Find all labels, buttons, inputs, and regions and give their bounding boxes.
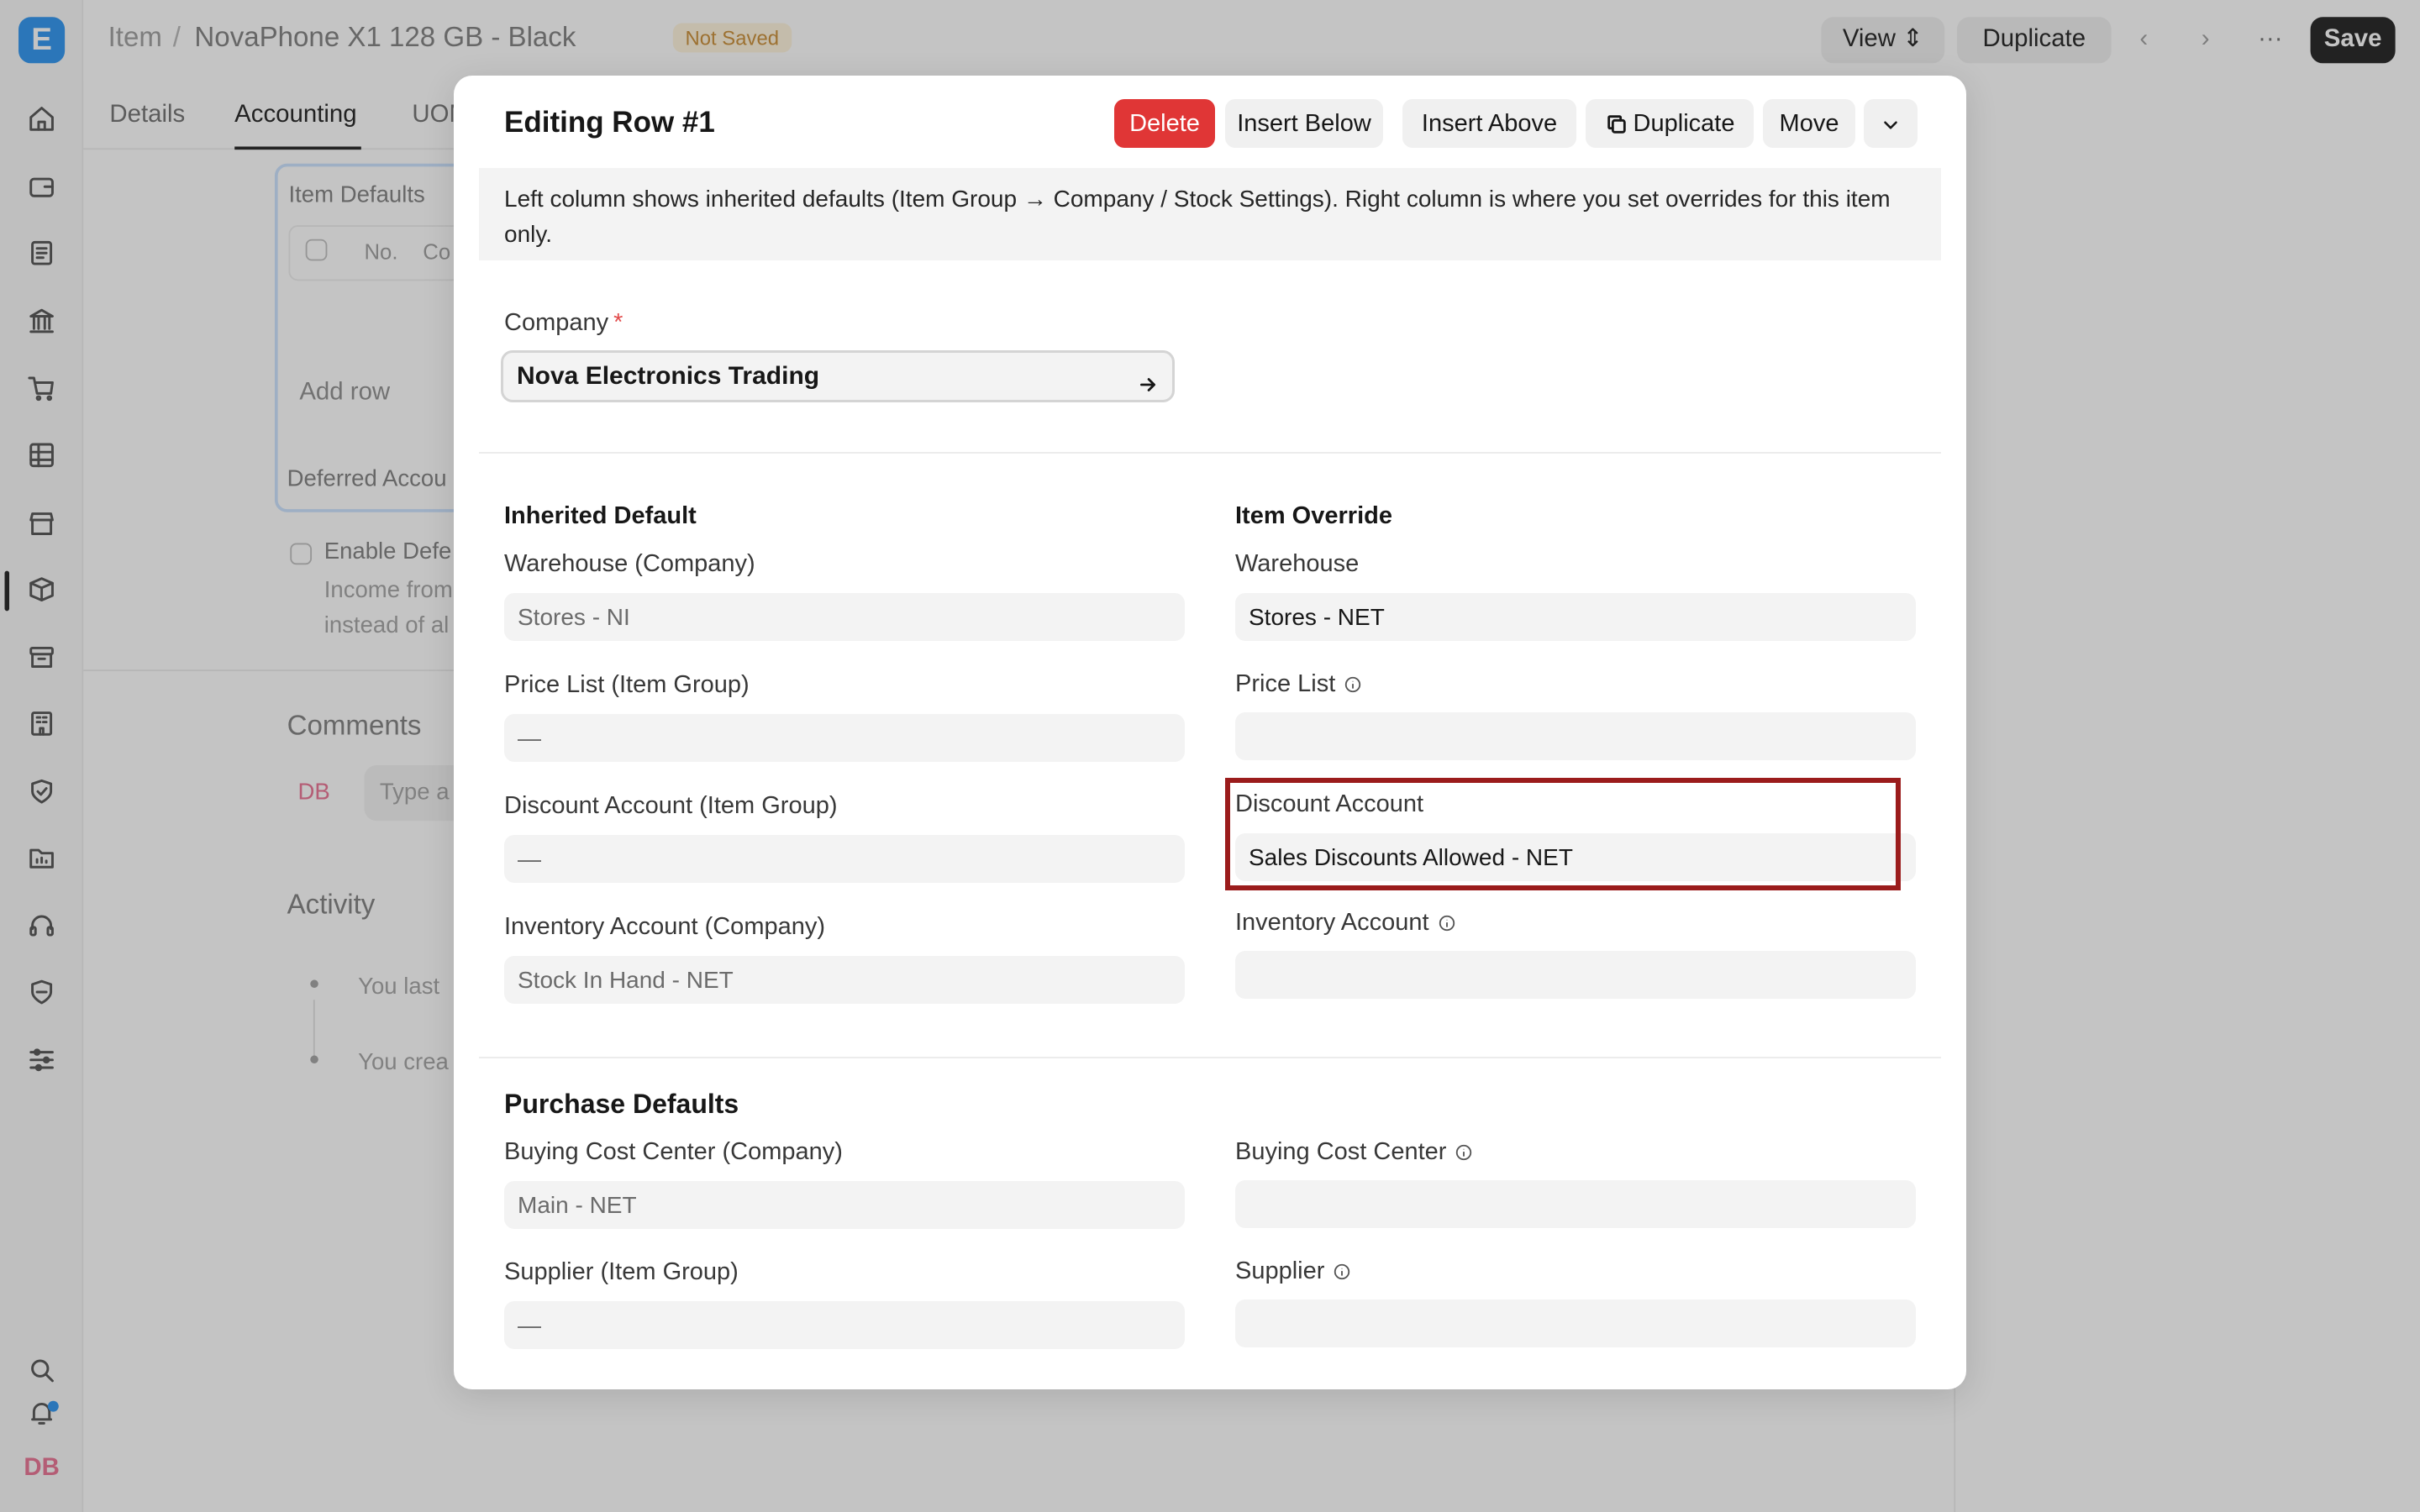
price-list-item-group-label: Price List (Item Group): [504, 671, 750, 698]
buying-cost-center-label: Buying Cost Center: [1235, 1138, 1473, 1166]
section-divider: [479, 1057, 1941, 1058]
warehouse-company-field: Stores - NI: [504, 593, 1185, 641]
purchase-defaults-heading: Purchase Defaults: [504, 1089, 739, 1119]
company-value: Nova Electronics Trading: [517, 362, 820, 390]
section-divider: [479, 452, 1941, 454]
discount-account-field[interactable]: Sales Discounts Allowed - NET: [1235, 833, 1916, 881]
company-field[interactable]: Nova Electronics Trading: [501, 350, 1175, 402]
move-button[interactable]: Move: [1763, 99, 1855, 148]
arrow-right-icon[interactable]: [1137, 365, 1159, 391]
buying-cost-center-company-label: Buying Cost Center (Company): [504, 1138, 843, 1165]
duplicate-label: Duplicate: [1633, 110, 1735, 137]
discount-account-label: Discount Account: [1235, 790, 1424, 817]
buying-cost-center-field[interactable]: [1235, 1180, 1916, 1228]
supplier-item-group-label: Supplier (Item Group): [504, 1258, 739, 1285]
inventory-account-company-field: Stock In Hand - NET: [504, 956, 1185, 1004]
delete-button[interactable]: Delete: [1114, 99, 1215, 148]
supplier-label: Supplier: [1235, 1257, 1351, 1285]
buying-cost-center-company-field: Main - NET: [504, 1181, 1185, 1229]
warehouse-field[interactable]: Stores - NET: [1235, 593, 1916, 641]
inventory-account-field[interactable]: [1235, 951, 1916, 999]
discount-account-item-group-label: Discount Account (Item Group): [504, 792, 838, 819]
inventory-account-company-label: Inventory Account (Company): [504, 913, 826, 940]
insert-above-button[interactable]: Insert Above: [1402, 99, 1576, 148]
info-banner: Left column shows inherited defaults (It…: [479, 168, 1941, 260]
item-override-heading: Item Override: [1235, 502, 1392, 529]
required-indicator: *: [613, 309, 623, 336]
info-icon[interactable]: [1438, 911, 1456, 932]
supplier-item-group-field: —: [504, 1301, 1185, 1349]
inherited-default-heading: Inherited Default: [504, 502, 697, 529]
duplicate-button[interactable]: Duplicate: [1586, 99, 1754, 148]
supplier-field[interactable]: [1235, 1299, 1916, 1347]
info-icon[interactable]: [1455, 1141, 1473, 1161]
price-list-label: Price List: [1235, 670, 1362, 698]
warehouse-label: Warehouse: [1235, 550, 1360, 577]
dialog-title: Editing Row #1: [504, 106, 715, 139]
edit-row-dialog: Editing Row #1 Delete Insert Below Inser…: [454, 76, 1966, 1389]
copy-icon: [1607, 115, 1626, 134]
warehouse-company-label: Warehouse (Company): [504, 550, 755, 577]
price-list-field[interactable]: [1235, 712, 1916, 760]
discount-account-item-group-field: —: [504, 835, 1185, 883]
company-label: Company *: [504, 309, 623, 336]
more-actions-button[interactable]: [1864, 99, 1918, 148]
price-list-item-group-field: —: [504, 714, 1185, 762]
chevron-down-icon: [1884, 121, 1897, 129]
info-icon[interactable]: [1344, 673, 1362, 693]
insert-below-button[interactable]: Insert Below: [1225, 99, 1383, 148]
info-icon[interactable]: [1333, 1260, 1351, 1280]
inventory-account-label: Inventory Account: [1235, 909, 1456, 937]
